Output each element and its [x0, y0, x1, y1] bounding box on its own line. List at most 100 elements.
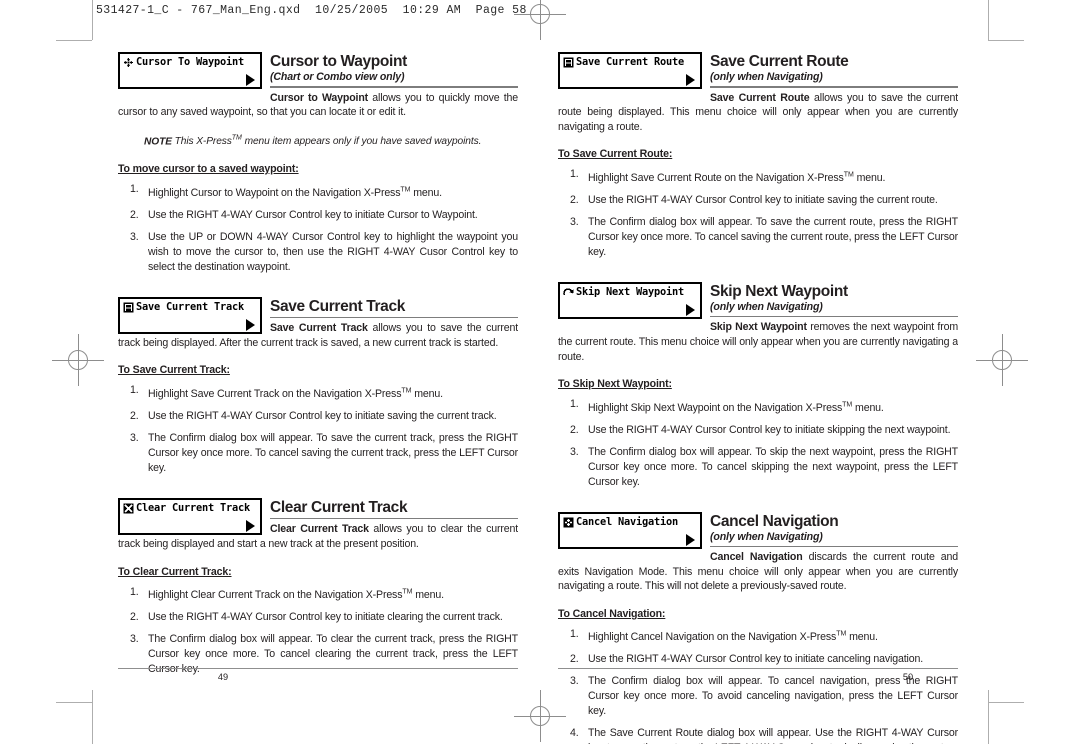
procedure-step-list: 1. Highlight Save Current Route on the Na… — [558, 167, 958, 260]
section-cursor-to-waypoint: Cursor To Waypoint Cursor to Waypoint (Cha… — [118, 52, 518, 275]
lcd-menu-item-cancel-navigation[interactable]: Cancel Navigation — [558, 511, 702, 549]
footer-rule — [558, 668, 958, 669]
section-header-cancel-navigation: Cancel Navigation Cancel Navigation (only … — [558, 511, 958, 594]
procedure-heading: To move cursor to a saved waypoint: — [118, 163, 299, 176]
procedure-step-list: 1. Highlight Skip Next Waypoint on the Na… — [558, 397, 958, 490]
step-number: 1. — [130, 183, 139, 196]
step-number: 2. — [570, 193, 579, 206]
procedure-step: 3. The Confirm dialog box will appear. To… — [118, 431, 518, 476]
chevron-right-icon[interactable] — [686, 74, 695, 86]
lcd-menu-item-cursor-to-waypoint[interactable]: Cursor To Waypoint — [118, 52, 262, 89]
procedure-heading: To Cancel Navigation: — [558, 607, 666, 620]
step-text: Use the RIGHT 4-WAY Cursor Control key t… — [148, 409, 497, 422]
lcd-menu-item-save-current-track[interactable]: Save Current Track — [118, 296, 262, 334]
footer-left-page: 49 — [118, 668, 518, 682]
crop-rule-left-lower — [92, 690, 93, 744]
step-number: 3. — [130, 633, 139, 646]
chevron-right-icon[interactable] — [686, 533, 695, 546]
registration-mark-right — [976, 334, 1028, 386]
step-number: 2. — [570, 423, 579, 436]
x-box-clear-icon — [123, 503, 134, 514]
chevron-right-icon[interactable] — [246, 519, 255, 532]
procedure-step: 3. The Confirm dialog box will appear. To… — [558, 215, 958, 260]
registration-mark-circle — [530, 706, 550, 726]
section-lead-paragraph: Save Current Route allows you to save th… — [558, 91, 958, 135]
section-save-current-route: Save Current Route Save Current Route (onl… — [558, 52, 958, 260]
chevron-right-icon[interactable] — [246, 74, 255, 86]
lcd-menu-item-clear-current-track[interactable]: Clear Current Track — [118, 497, 262, 535]
lcd-menu-label-row: Cursor To Waypoint — [123, 56, 258, 69]
footer-right-page: 50 — [558, 668, 958, 682]
lcd-menu-item-skip-next-waypoint[interactable]: Skip Next Waypoint — [558, 281, 702, 319]
step-number: 2. — [130, 611, 139, 624]
section-clear-current-track: Clear Current Track Clear Current Track Cl… — [118, 497, 518, 677]
crop-rule-right-lower — [988, 690, 989, 744]
lcd-menu-label-row: Skip Next Waypoint — [563, 286, 698, 299]
step-number: 1. — [570, 168, 579, 181]
step-text: Highlight Cursor to Waypoint on the Navi… — [148, 186, 442, 199]
step-text: Use the RIGHT 4-WAY Cursor Control key t… — [148, 611, 503, 624]
lead-term: Skip Next Waypoint — [710, 321, 807, 334]
section-header-save-current-track: Save Current Track Save Current Track Save… — [118, 296, 518, 351]
lead-term: Save Current Route — [710, 91, 810, 104]
skip-arrow-icon — [563, 287, 574, 298]
section-rule — [270, 86, 518, 88]
note-body: This X-PressTM menu item appears only if… — [171, 134, 482, 148]
registration-mark-circle — [530, 4, 550, 24]
procedure-step: 1. Highlight Cursor to Waypoint on the Na… — [118, 182, 518, 201]
section-skip-next-waypoint: Skip Next Waypoint Skip Next Waypoint (onl… — [558, 281, 958, 490]
step-number: 3. — [570, 445, 579, 458]
step-text: Highlight Clear Current Track on the Nav… — [148, 588, 444, 602]
step-number: 1. — [570, 398, 579, 411]
lcd-menu-label: Clear Current Track — [136, 501, 250, 514]
registration-mark-circle — [992, 350, 1012, 370]
page-number-left: 49 — [217, 672, 229, 682]
procedure-heading: To Save Current Track: — [118, 364, 230, 377]
lcd-menu-label: Cancel Navigation — [576, 515, 678, 528]
crop-rule-bottom-left — [56, 702, 92, 703]
step-number: 1. — [130, 585, 139, 598]
step-number: 3. — [570, 215, 579, 228]
registration-mark-left — [52, 334, 104, 386]
step-text: The Confirm dialog box will appear. To s… — [588, 445, 958, 488]
cancel-nav-icon — [563, 517, 574, 528]
section-header-skip-next-waypoint: Skip Next Waypoint Skip Next Waypoint (onl… — [558, 281, 958, 364]
page-number-right: 50 — [902, 672, 914, 682]
procedure-step: 2. Use the RIGHT 4-WAY Cursor Control key… — [118, 409, 518, 424]
step-text: Highlight Save Current Track on the Navi… — [148, 387, 443, 400]
floppy-save-icon — [123, 302, 134, 313]
section-lead-paragraph: Skip Next Waypoint removes the next wayp… — [558, 320, 958, 364]
lcd-menu-label-row: Cancel Navigation — [563, 516, 698, 529]
section-save-current-track: Save Current Track Save Current Track Save… — [118, 296, 518, 476]
step-text: Use the RIGHT 4-WAY Cursor Control key t… — [588, 423, 951, 436]
crop-rule-left-outer — [92, 0, 93, 40]
step-text: The Save Current Route dialog box will a… — [588, 727, 958, 744]
step-number: 3. — [130, 230, 139, 243]
crosshair-diamond-icon — [123, 57, 134, 68]
procedure-step-list: 1. Highlight Save Current Track on the Na… — [118, 383, 518, 476]
procedure-step: 3. The Confirm dialog box will appear. To… — [558, 445, 958, 490]
chevron-right-icon[interactable] — [246, 318, 255, 331]
note-label: NOTE — [144, 136, 172, 148]
step-text: Use the RIGHT 4-WAY Cursor Control key t… — [148, 208, 478, 221]
chevron-right-icon[interactable] — [686, 303, 695, 316]
step-number: 2. — [130, 409, 139, 422]
procedure-step: 3. Use the UP or DOWN 4-WAY Cursor Contro… — [118, 230, 518, 275]
step-text: The Confirm dialog box will appear. To s… — [588, 215, 958, 258]
procedure-heading: To Clear Current Track: — [118, 565, 232, 578]
procedure-step: 1. Highlight Cancel Navigation on the Nav… — [558, 627, 958, 646]
registration-mark-circle — [68, 350, 88, 370]
section-header-save-current-route: Save Current Route Save Current Route (onl… — [558, 52, 958, 134]
step-number: 2. — [130, 208, 139, 221]
section-note: NOTE This X-PressTM menu item appears on… — [118, 132, 518, 149]
section-rule — [270, 316, 518, 319]
left-page-column: Cursor To Waypoint Cursor to Waypoint (Cha… — [118, 52, 518, 699]
section-header-cursor-to-waypoint: Cursor To Waypoint Cursor to Waypoint (Cha… — [118, 52, 518, 120]
procedure-step: 2. Use the RIGHT 4-WAY Cursor Control key… — [118, 208, 518, 223]
step-number: 3. — [130, 431, 139, 444]
lcd-menu-item-save-current-route[interactable]: Save Current Route — [558, 52, 702, 89]
procedure-step: 2. Use the RIGHT 4-WAY Cursor Control key… — [558, 423, 958, 438]
lead-term: Save Current Track — [270, 322, 368, 335]
lcd-menu-label: Save Current Track — [136, 300, 244, 313]
crop-rule-top-right — [988, 40, 1024, 41]
